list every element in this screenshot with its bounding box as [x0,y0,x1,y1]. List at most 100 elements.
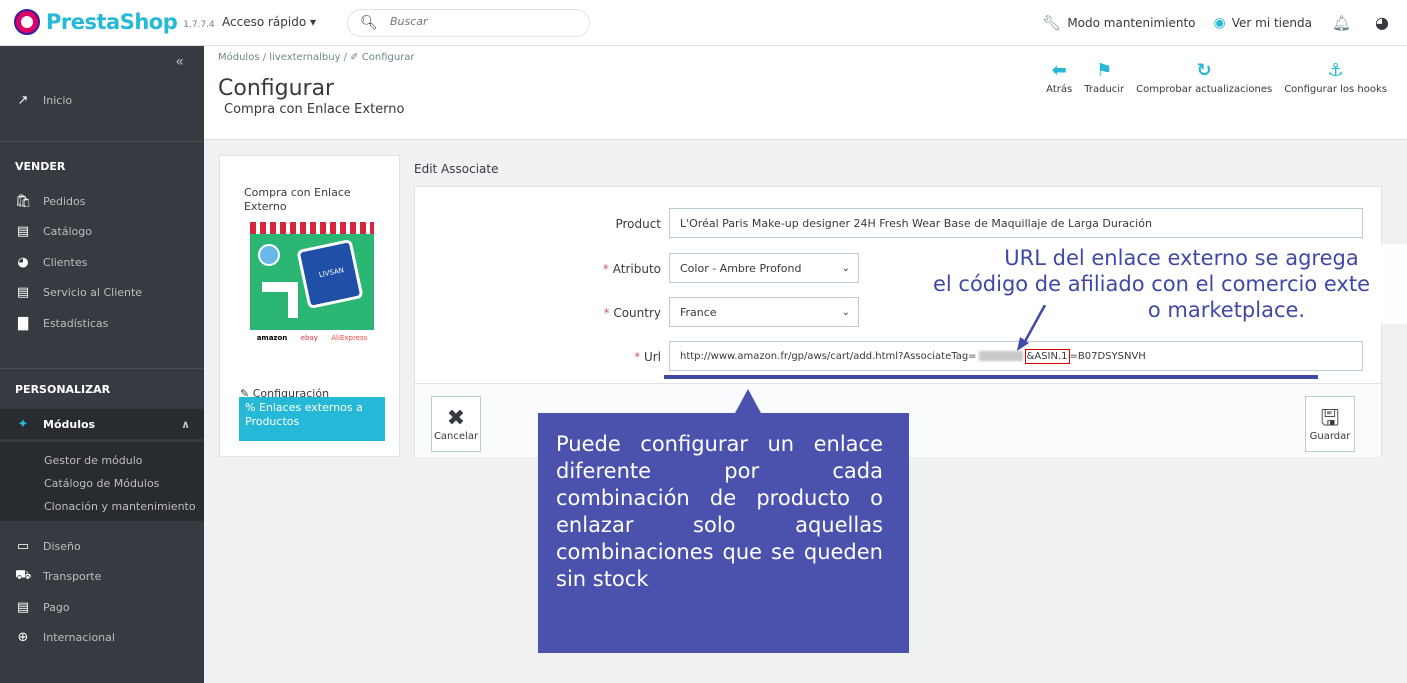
page-header: Módulos / livexternalbuy / ✐ Configurar … [204,46,1407,140]
chevron-down-icon: ⌄ [841,262,850,274]
sidebar-item-diseno[interactable]: ▭ Diseño [0,531,204,561]
cancel-button[interactable]: ✖ Cancelar [431,396,481,452]
chat-icon: ▤ [16,284,30,300]
floppy-disk-icon: 🖫︎ [1320,405,1340,431]
url-label-text: Url [643,350,661,364]
module-logo-stripe [250,222,374,234]
sidebar-item-label: Internacional [43,630,115,644]
amazon-logo: amazon [256,334,288,342]
sidebar-item-label: Estadísticas [43,316,109,330]
bar-chart-icon: ▇ [18,315,28,331]
maintenance-mode-link[interactable]: 🔧︎ Modo mantenimiento [1042,14,1195,32]
sidebar-item-internacional[interactable]: ⊕ Internacional [0,622,204,652]
sidebar-item-label: Servicio al Cliente [43,285,143,299]
annotation-arrow-icon [1017,305,1047,351]
chevron-down-icon: ⌄ [841,306,850,318]
url-note-line3: o marketplace. [1147,298,1306,322]
attribute-select[interactable]: Color - Ambre Profond ⌄ [669,253,859,283]
combination-callout: Puede configurar un enlace diferente por… [538,413,909,653]
save-button[interactable]: 🖫︎ Guardar [1305,396,1355,452]
close-icon: ✖ [446,405,466,431]
save-label: Guardar [1309,430,1351,442]
notifications-bell-icon[interactable]: 🔔︎ [1332,14,1351,32]
prestashop-logo-icon [14,9,40,35]
url-suffix: =B07DSYSNVH [1069,350,1146,362]
search-box[interactable]: 🔍︎ [347,9,590,37]
globe-icon [258,244,280,266]
top-right-actions: 🔧︎ Modo mantenimiento ◉ Ver mi tienda 🔔︎… [1042,13,1389,32]
translate-label: Traducir [1084,84,1125,95]
sidebar-section-vender: VENDER [15,160,66,173]
sidebar-section-personalizar: PERSONALIZAR [15,383,111,396]
sidebar-item-estadisticas[interactable]: ▇ Estadísticas [0,308,204,338]
sidebar-item-inicio[interactable]: ↗ Inicio [0,85,204,115]
sidebar-item-label: Pedidos [43,194,86,208]
check-updates-label: Comprobar actualizaciones [1136,84,1273,95]
sidebar-item-label: Clientes [43,255,88,269]
sidebar-item-pedidos[interactable]: 🛍︎ Pedidos [0,186,204,216]
product-label: Product [615,217,661,231]
wrench-icon: 🔧︎ [1042,13,1062,32]
user-account-icon[interactable]: ◕ [1375,13,1389,32]
puzzle-icon: ✦ [17,416,29,432]
translate-button[interactable]: ⚑ Traducir [1084,58,1124,95]
sidebar-item-label: Diseño [43,539,81,553]
module-logo-label: LIVSAN [318,266,345,280]
sidebar-divider [0,141,204,142]
back-label: Atrás [1046,84,1073,95]
attribute-selected-value: Color - Ambre Profond [680,261,802,275]
header-toolbar: ⬅︎ Atrás ⚑ Traducir ↻ Comprobar actualiz… [1046,58,1387,95]
sidebar-item-catalogo[interactable]: ▤ Catálogo [0,216,204,246]
view-store-label: Ver mi tienda [1231,15,1312,30]
sidebar-item-servicio-cliente[interactable]: ▤ Servicio al Cliente [0,277,204,307]
url-note-line1: URL del enlace externo se agrega [1004,246,1359,270]
sidebar-divider [0,368,204,369]
country-select[interactable]: France ⌄ [669,297,859,327]
shopping-bag-icon: LIVSAN [296,238,364,310]
attribute-label-text: Atributo [612,262,661,276]
page-subtitle: Compra con Enlace Externo [224,102,405,117]
refresh-icon: ↻ [1196,60,1212,81]
marketplace-brands: amazon ebay AliExpress [250,330,374,346]
sidebar-item-transporte[interactable]: ⛟ Transporte [0,561,204,591]
sidebar-subitem-clonacion[interactable]: Clonación y mantenimiento [44,500,196,513]
account-circle-icon: ◕ [17,254,29,270]
product-field[interactable]: L'Oréal Paris Make-up designer 24H Fresh… [669,208,1363,238]
module-name: Compra con Enlace Externo [244,186,351,213]
credit-card-icon: ▤ [16,599,30,615]
breadcrumb[interactable]: Módulos / livexternalbuy / ✐ Configurar [218,52,415,63]
url-annotation-note: URL del enlace externo se agrega el códi… [896,244,1407,324]
url-underline [664,375,1318,379]
sidebar-item-pago[interactable]: ▤ Pago [0,592,204,622]
arrow-up-right-icon [262,282,298,318]
back-button[interactable]: ⬅︎ Atrás [1046,58,1072,95]
search-input[interactable] [390,15,570,28]
view-store-link[interactable]: ◉ Ver mi tienda [1214,15,1312,31]
sidebar-subitem-gestor-modulo[interactable]: Gestor de módulo [44,454,143,467]
sidebar-item-label: Pago [43,600,70,614]
search-icon: 🔍︎ [360,15,378,31]
quick-access-dropdown[interactable]: Acceso rápido ▾ [222,15,316,29]
sidebar-item-modulos[interactable]: ✦ Módulos ∧ [0,409,204,439]
attribute-label: * Atributo [602,262,661,276]
url-note-line2: el código de afiliado con el comercio ex… [932,272,1371,296]
sidebar: « ↗ Inicio VENDER 🛍︎ Pedidos ▤ Catálogo … [0,46,204,683]
country-selected-value: France [680,305,717,319]
collapse-sidebar-icon[interactable]: « [175,54,184,70]
globe-icon: ⊕ [17,629,29,645]
aliexpress-logo: AliExpress [331,334,368,342]
arrow-left-circle-icon: ⬅︎ [1051,60,1067,81]
page-title: Configurar [218,76,335,101]
configure-hooks-button[interactable]: ⚓︎ Configurar los hooks [1284,58,1387,95]
chevron-up-icon: ∧ [181,417,190,431]
sidebar-item-clientes[interactable]: ◕ Clientes [0,247,204,277]
sidebar-subitem-catalogo-modulos[interactable]: Catálogo de Módulos [44,477,159,490]
url-prefix: http://www.amazon.fr/gp/aws/cart/add.htm… [680,350,977,362]
external-links-tab[interactable]: % Enlaces externos a Productos [239,397,385,441]
shopping-basket-icon: 🛍︎ [15,193,32,209]
sidebar-item-label: Inicio [43,93,73,107]
callout-pointer [735,389,761,413]
prestashop-logo[interactable]: PrestaShop 1.7.7.4 [14,9,215,35]
panel-title: Edit Associate [414,162,499,176]
check-updates-button[interactable]: ↻ Comprobar actualizaciones [1136,58,1272,95]
